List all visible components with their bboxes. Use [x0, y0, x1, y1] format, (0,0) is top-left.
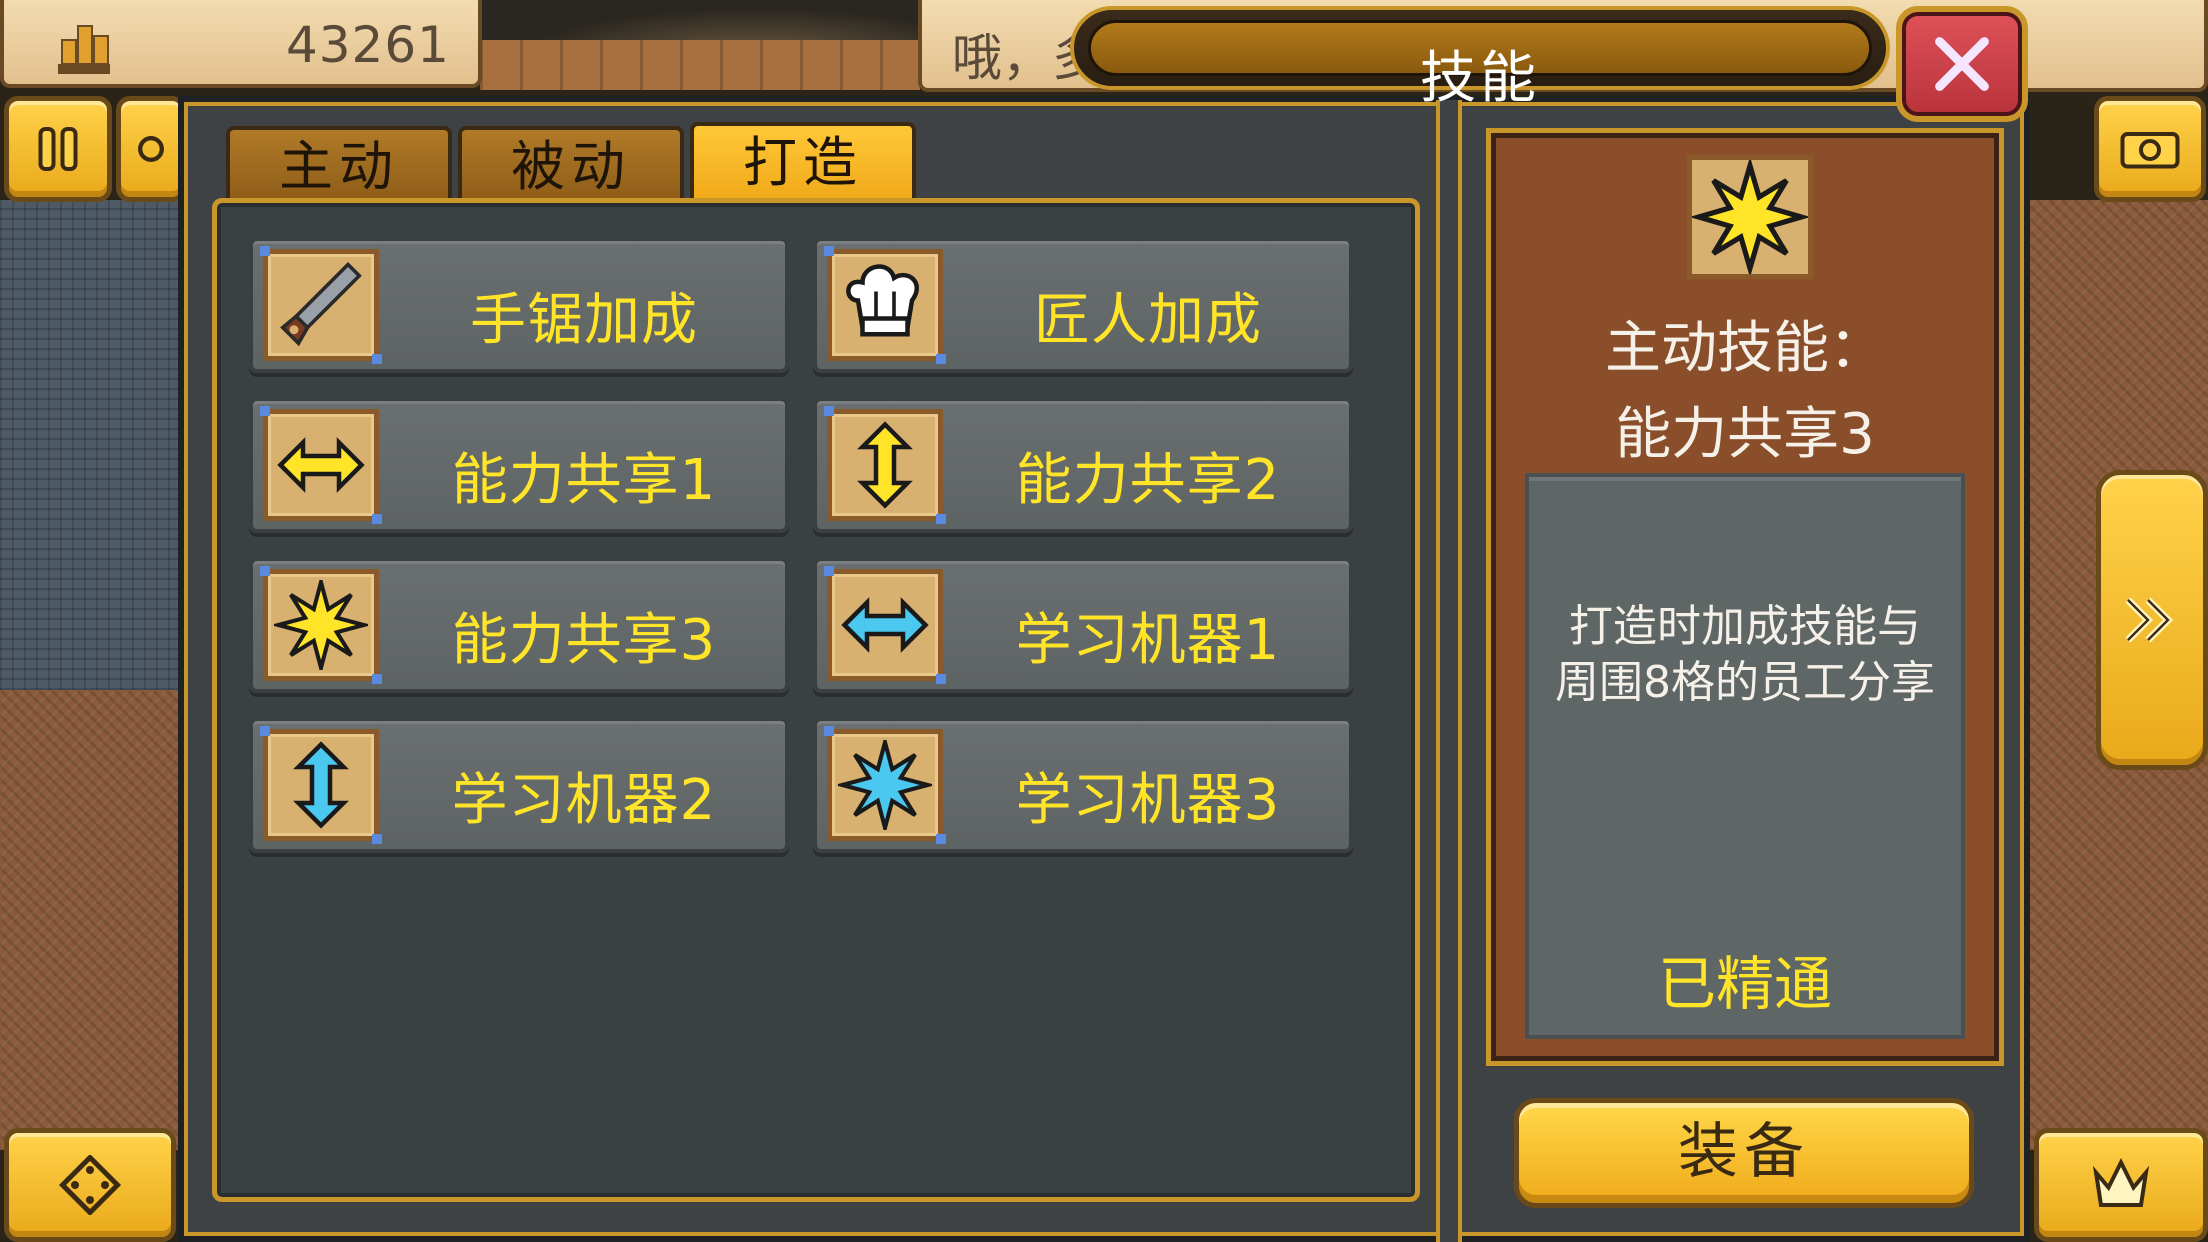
- skill-description-box: 打造时加成技能与 周围8格的员工分享 已精通: [1525, 473, 1965, 1039]
- double-chevron-right-icon: [2125, 597, 2174, 643]
- window-title: 技能: [1420, 46, 1540, 111]
- skill-list-panel: 手锯加成 匠人加成 能力共享1 能力共享2 能力共享3 学习机器1 学习机器2 …: [212, 198, 1420, 1202]
- rank-button[interactable]: [2034, 1128, 2208, 1242]
- window-divider: [1436, 100, 1462, 1242]
- building-roof: [480, 40, 920, 90]
- skill-card-ability-share-1[interactable]: 能力共享1: [249, 397, 789, 533]
- tab-crafting-skills[interactable]: 打造: [690, 122, 916, 202]
- pause-icon: [38, 127, 78, 171]
- equip-button[interactable]: 装备: [1514, 1098, 1974, 1208]
- skill-card-learning-machine-1[interactable]: 学习机器1: [813, 557, 1353, 693]
- skill-description: 打造时加成技能与 周围8格的员工分享: [1541, 599, 1949, 711]
- skill-name: 能力共享3: [1615, 402, 1875, 467]
- description-line: 周围8格的员工分享: [1555, 657, 1935, 708]
- description-line: 打造时加成技能与: [1569, 601, 1921, 652]
- map-button[interactable]: [4, 1128, 176, 1242]
- saw-icon: [280, 261, 362, 347]
- skill-type-label: 主动技能：: [1605, 316, 1885, 381]
- close-button[interactable]: [1896, 6, 2028, 122]
- tab-passive-skills[interactable]: 被动: [458, 126, 684, 202]
- camera-button[interactable]: [2094, 96, 2206, 202]
- skill-label: 匠人加成: [1034, 288, 1262, 353]
- floor-left: [0, 690, 180, 1150]
- speed-button[interactable]: [116, 96, 186, 202]
- window-title-bar: 技能: [1070, 6, 1890, 111]
- skill-label: 能力共享3: [451, 608, 717, 673]
- arrow-horizontal-yellow-icon: [277, 437, 365, 493]
- skill-label: 学习机器2: [451, 768, 717, 833]
- stone-wall: [0, 200, 180, 700]
- crown-icon: [2092, 1158, 2150, 1207]
- arrow-vertical-blue-icon: [293, 741, 349, 829]
- star-burst-yellow-icon: [274, 580, 368, 670]
- skill-card-ability-share-3[interactable]: 能力共享3: [249, 557, 789, 693]
- star-burst-yellow-icon: [1689, 156, 1811, 278]
- skill-label: 学习机器3: [1015, 768, 1281, 833]
- chef-hat-icon: [846, 264, 919, 337]
- mastery-status: 已精通: [1657, 950, 1832, 1018]
- arrow-vertical-yellow-icon: [857, 421, 913, 509]
- skill-card-ability-share-2[interactable]: 能力共享2: [813, 397, 1353, 533]
- compass-icon: [58, 1155, 122, 1215]
- close-icon: [1935, 37, 1989, 91]
- skill-label: 能力共享1: [451, 448, 717, 513]
- tab-active-skills[interactable]: 主动: [226, 126, 452, 202]
- next-button[interactable]: [2096, 470, 2208, 770]
- skill-card-craftsman-bonus[interactable]: 匠人加成: [813, 237, 1353, 373]
- skill-card-saw-bonus[interactable]: 手锯加成: [249, 237, 789, 373]
- camera-icon: [2120, 132, 2180, 169]
- pause-button[interactable]: [4, 96, 112, 202]
- money-bar: 43261: [0, 0, 482, 88]
- gear-icon: [138, 136, 164, 162]
- skill-detail-panel: 主动技能： 能力共享3 打造时加成技能与 周围8格的员工分享 已精通: [1486, 128, 2004, 1066]
- skill-card-learning-machine-3[interactable]: 学习机器3: [813, 717, 1353, 853]
- skill-label: 手锯加成: [470, 288, 698, 353]
- star-burst-blue-icon: [838, 740, 932, 830]
- arrow-horizontal-blue-icon: [841, 597, 929, 653]
- building-icon: [58, 25, 110, 74]
- money-value: 43261: [285, 16, 450, 74]
- skill-card-learning-machine-2[interactable]: 学习机器2: [249, 717, 789, 853]
- skill-label: 学习机器1: [1015, 608, 1281, 673]
- skill-label: 能力共享2: [1015, 448, 1281, 513]
